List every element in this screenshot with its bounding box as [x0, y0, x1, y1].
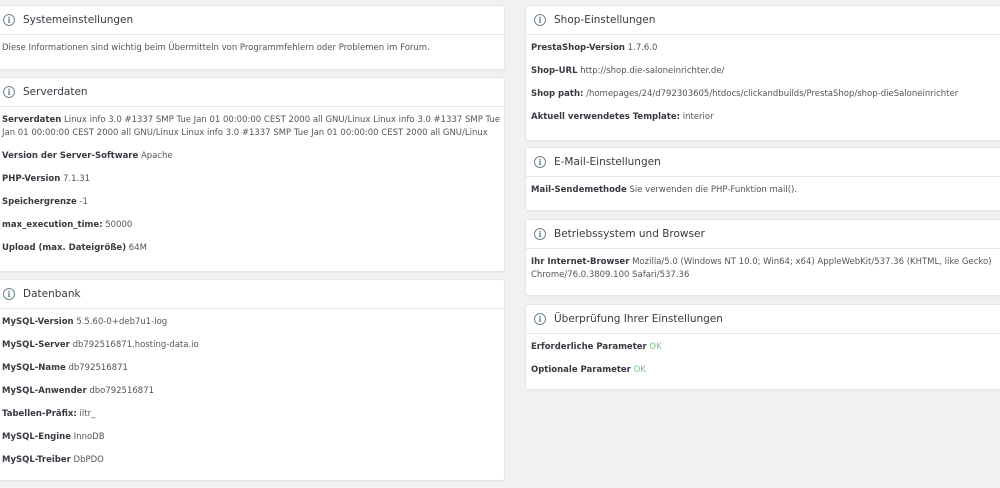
row-label: Shop-URL [531, 66, 578, 76]
memory-limit-row: Speichergrenze -1 [2, 196, 501, 209]
panel-title: Betriebssystem und Browser [554, 228, 705, 240]
row-label: Optionale Parameter [531, 365, 631, 375]
row-label: MySQL-Anwender [2, 386, 87, 396]
panel-heading: i E-Mail-Einstellungen [526, 148, 1000, 177]
panel-description: Diese Informationen sind wichtig beim Üb… [2, 43, 430, 53]
row-label: Speichergrenze [2, 197, 77, 207]
panel-title: Überprüfung Ihrer Einstellungen [554, 313, 723, 325]
mysql-version-row: MySQL-Version 5.5.60-0+deb7u1-log [2, 316, 501, 329]
mysql-name-row: MySQL-Name db792516871 [2, 362, 501, 375]
panel-title: Datenbank [23, 288, 81, 300]
row-label: PrestaShop-Version [531, 43, 625, 53]
required-params-row: Erforderliche Parameter OK [531, 341, 997, 354]
info-icon: i [534, 313, 546, 325]
info-icon: i [3, 14, 15, 26]
optional-params-row: Optionale Parameter OK [531, 364, 997, 377]
status-ok: OK [633, 365, 646, 375]
row-label: PHP-Version [2, 174, 61, 184]
row-value: 7.1.31 [62, 174, 91, 184]
row-value: iltr_ [79, 409, 96, 419]
row-value: InnoDB [73, 432, 105, 442]
row-value: db792516871 [68, 363, 128, 373]
panel-os-browser: i Betriebssystem und Browser Ihr Interne… [525, 219, 1000, 296]
panel-heading: i Überprüfung Ihrer Einstellungen [526, 305, 1000, 334]
panel-mail-settings: i E-Mail-Einstellungen Mail-Sendemethode… [525, 147, 1000, 211]
row-value: Sie verwenden die PHP-Funktion mail(). [629, 185, 798, 195]
row-value: Apache [140, 151, 173, 161]
info-icon: i [534, 156, 546, 168]
row-label: max_execution_time: [2, 220, 103, 230]
row-label: MySQL-Name [2, 363, 66, 373]
info-icon: i [534, 14, 546, 26]
panel-title: E-Mail-Einstellungen [554, 156, 661, 168]
row-label: Version der Server-Software [2, 151, 139, 161]
panel-heading: i Systemeinstellungen [0, 6, 504, 35]
panel-heading: i Betriebssystem und Browser [526, 220, 1000, 249]
mysql-driver-row: MySQL-Treiber DbPDO [2, 454, 501, 467]
info-icon: i [3, 288, 15, 300]
row-label: Mail-Sendemethode [531, 185, 627, 195]
panel-title: Systemeinstellungen [23, 14, 134, 26]
row-label: Ihr Internet-Browser [531, 257, 630, 267]
info-icon: i [534, 228, 546, 240]
mysql-user-row: MySQL-Anwender dbo792516871 [2, 385, 501, 398]
row-value: dbo792516871 [89, 386, 155, 396]
panel-server-data: i Serverdaten Serverdaten Linux info 3.0… [0, 77, 505, 272]
mysql-server-row: MySQL-Server db792516871.hosting-data.io [2, 339, 501, 352]
row-value: interior [682, 112, 714, 122]
row-value: /homepages/24/d792303605/htdocs/clickand… [586, 89, 959, 99]
row-value: DbPDO [73, 455, 104, 465]
shop-url-row: Shop-URL http://shop.die-saloneinrichter… [531, 65, 997, 78]
panel-settings-check: i Überprüfung Ihrer Einstellungen Erford… [525, 304, 1000, 390]
template-row: Aktuell verwendetes Template: interior [531, 111, 997, 124]
row-value: http://shop.die-saloneinrichter.de/ [580, 66, 725, 76]
row-value: 64M [128, 243, 147, 253]
row-value: -1 [79, 197, 88, 207]
prestashop-version-row: PrestaShop-Version 1.7.6.0 [531, 42, 997, 55]
upload-max-row: Upload (max. Dateigröße) 64M [2, 242, 501, 255]
panel-heading: i Shop-Einstellungen [526, 6, 1000, 35]
panel-system-settings: i Systemeinstellungen Diese Informatione… [0, 5, 505, 70]
max-execution-time-row: max_execution_time: 50000 [2, 219, 501, 232]
mysql-engine-row: MySQL-Engine InnoDB [2, 431, 501, 444]
browser-row: Ihr Internet-Browser Mozilla/5.0 (Window… [531, 256, 997, 282]
row-label: MySQL-Engine [2, 432, 71, 442]
row-label: MySQL-Treiber [2, 455, 71, 465]
row-value: 50000 [105, 220, 133, 230]
panel-title: Serverdaten [23, 86, 88, 98]
php-version-row: PHP-Version 7.1.31 [2, 173, 501, 186]
row-value: db792516871.hosting-data.io [72, 340, 199, 350]
row-label: MySQL-Server [2, 340, 70, 350]
panel-heading: i Datenbank [0, 280, 504, 309]
panel-database: i Datenbank MySQL-Version 5.5.60-0+deb7u… [0, 279, 505, 481]
row-value: 1.7.6.0 [627, 43, 658, 53]
row-value: Linux info 3.0 #1337 SMP Tue Jan 01 00:0… [2, 115, 501, 138]
table-prefix-row: Tabellen-Präfix: iltr_ [2, 408, 501, 421]
row-label: Aktuell verwendetes Template: [531, 112, 681, 122]
row-label: Tabellen-Präfix: [2, 409, 77, 419]
panel-heading: i Serverdaten [0, 78, 504, 107]
row-label: Shop path: [531, 89, 584, 99]
row-value: 5.5.60-0+deb7u1-log [76, 317, 168, 327]
info-icon: i [3, 86, 15, 98]
row-label: Upload (max. Dateigröße) [2, 243, 127, 253]
shop-path-row: Shop path: /homepages/24/d792303605/htdo… [531, 88, 997, 101]
server-info-row: Serverdaten Linux info 3.0 #1337 SMP Tue… [2, 114, 501, 140]
server-software-row: Version der Server-Software Apache [2, 150, 501, 163]
row-label: Erforderliche Parameter [531, 342, 647, 352]
panel-title: Shop-Einstellungen [554, 14, 656, 26]
row-label: MySQL-Version [2, 317, 74, 327]
status-ok: OK [649, 342, 662, 352]
mail-method-row: Mail-Sendemethode Sie verwenden die PHP-… [531, 184, 997, 197]
row-label: Serverdaten [2, 115, 62, 125]
panel-shop-settings: i Shop-Einstellungen PrestaShop-Version … [525, 5, 1000, 141]
